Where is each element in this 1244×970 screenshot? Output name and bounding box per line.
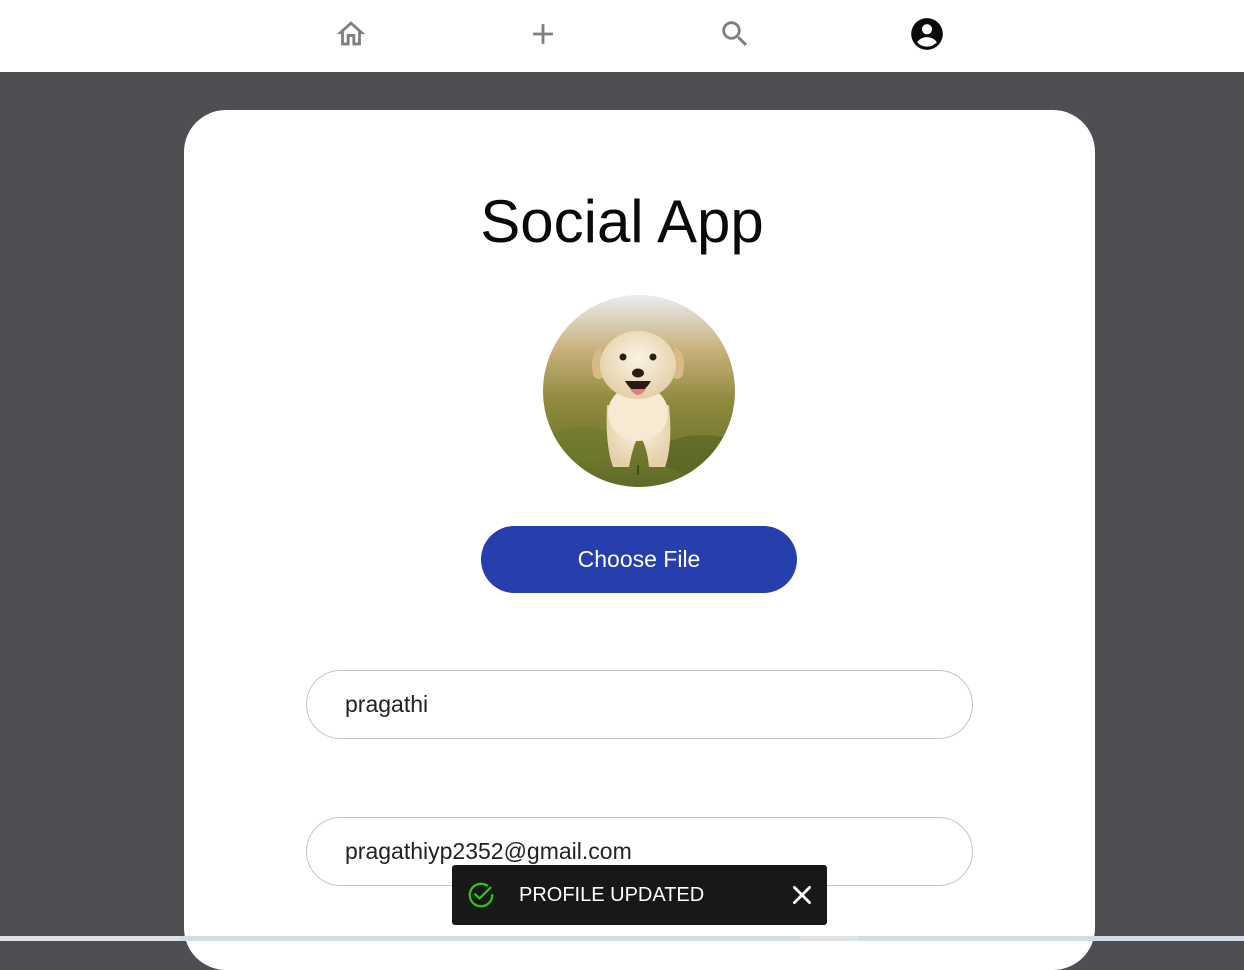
profile-updated-toast: PROFILE UPDATED — [452, 865, 827, 925]
close-icon — [793, 886, 811, 904]
bottom-edge-strip — [0, 936, 1244, 941]
nav-search-button[interactable] — [715, 14, 755, 54]
toast-message: PROFILE UPDATED — [519, 884, 705, 906]
choose-file-button[interactable]: Choose File — [481, 526, 797, 593]
check-circle-icon — [468, 882, 494, 908]
puppy-photo — [543, 295, 735, 487]
bottom-strip-segment — [180, 936, 800, 941]
name-input[interactable] — [306, 670, 973, 739]
nav-add-button[interactable] — [523, 14, 563, 54]
bottom-strip-segment — [858, 936, 1244, 941]
toast-close-button[interactable] — [786, 879, 818, 911]
profile-avatar — [543, 295, 735, 487]
plus-icon — [533, 24, 553, 44]
top-navbar — [0, 0, 1244, 72]
nav-home-button[interactable] — [331, 14, 371, 54]
app-title: Social App — [480, 188, 764, 255]
account-circle-icon — [911, 18, 943, 50]
nav-profile-button[interactable] — [907, 14, 947, 54]
home-icon — [336, 21, 366, 46]
search-icon — [722, 21, 748, 47]
